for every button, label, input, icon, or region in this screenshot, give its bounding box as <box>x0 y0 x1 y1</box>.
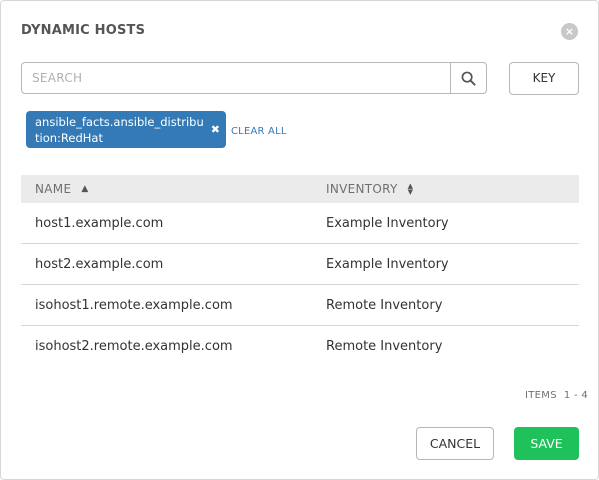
search-button[interactable] <box>450 63 486 93</box>
cancel-button[interactable]: CANCEL <box>416 427 494 460</box>
items-count: ITEMS 1 - 4 <box>525 390 588 401</box>
search-input[interactable] <box>22 63 450 93</box>
column-header-inventory[interactable]: INVENTORY ▲ ▼ <box>326 182 579 196</box>
sort-both-icon: ▲ ▼ <box>407 182 414 196</box>
column-label-name: NAME <box>35 182 72 196</box>
save-button[interactable]: SAVE <box>514 427 579 460</box>
table-row: isohost1.remote.example.com Remote Inven… <box>21 285 579 326</box>
sort-ascending-icon: ▲ <box>81 183 89 194</box>
inventory-cell: Example Inventory <box>326 256 449 272</box>
table-header: NAME ▲ INVENTORY ▲ ▼ <box>21 175 579 203</box>
hosts-table: NAME ▲ INVENTORY ▲ ▼ host1.example.com Ex… <box>21 175 579 366</box>
host-name-cell: isohost1.remote.example.com <box>35 297 233 313</box>
table-row: host2.example.com Example Inventory <box>21 244 579 285</box>
host-name-cell: host1.example.com <box>35 215 164 231</box>
host-name-cell: isohost2.remote.example.com <box>35 338 233 354</box>
search-icon <box>461 71 476 86</box>
inventory-cell: Example Inventory <box>326 215 449 231</box>
table-row: host1.example.com Example Inventory <box>21 203 579 244</box>
column-header-name[interactable]: NAME ▲ <box>21 182 326 196</box>
items-label: ITEMS <box>525 390 557 401</box>
clear-all-link[interactable]: CLEAR ALL <box>231 126 287 137</box>
inventory-cell: Remote Inventory <box>326 297 443 313</box>
close-icon[interactable]: × <box>561 23 578 40</box>
items-range: 1 - 4 <box>563 390 589 401</box>
remove-tag-icon[interactable]: ✖ <box>211 122 220 138</box>
modal-title: DYNAMIC HOSTS <box>21 23 146 38</box>
table-row: isohost2.remote.example.com Remote Inven… <box>21 326 579 366</box>
inventory-cell: Remote Inventory <box>326 338 443 354</box>
filter-tag: ansible_facts.ansible_distribution:RedHa… <box>26 111 226 148</box>
host-name-cell: host2.example.com <box>35 256 164 272</box>
key-button[interactable]: KEY <box>509 62 579 95</box>
column-label-inventory: INVENTORY <box>326 182 398 196</box>
filter-tag-label: ansible_facts.ansible_distribution:RedHa… <box>35 115 204 145</box>
search-bar <box>21 62 487 94</box>
dynamic-hosts-modal: DYNAMIC HOSTS × KEY ansible_facts.ansibl… <box>0 0 599 480</box>
